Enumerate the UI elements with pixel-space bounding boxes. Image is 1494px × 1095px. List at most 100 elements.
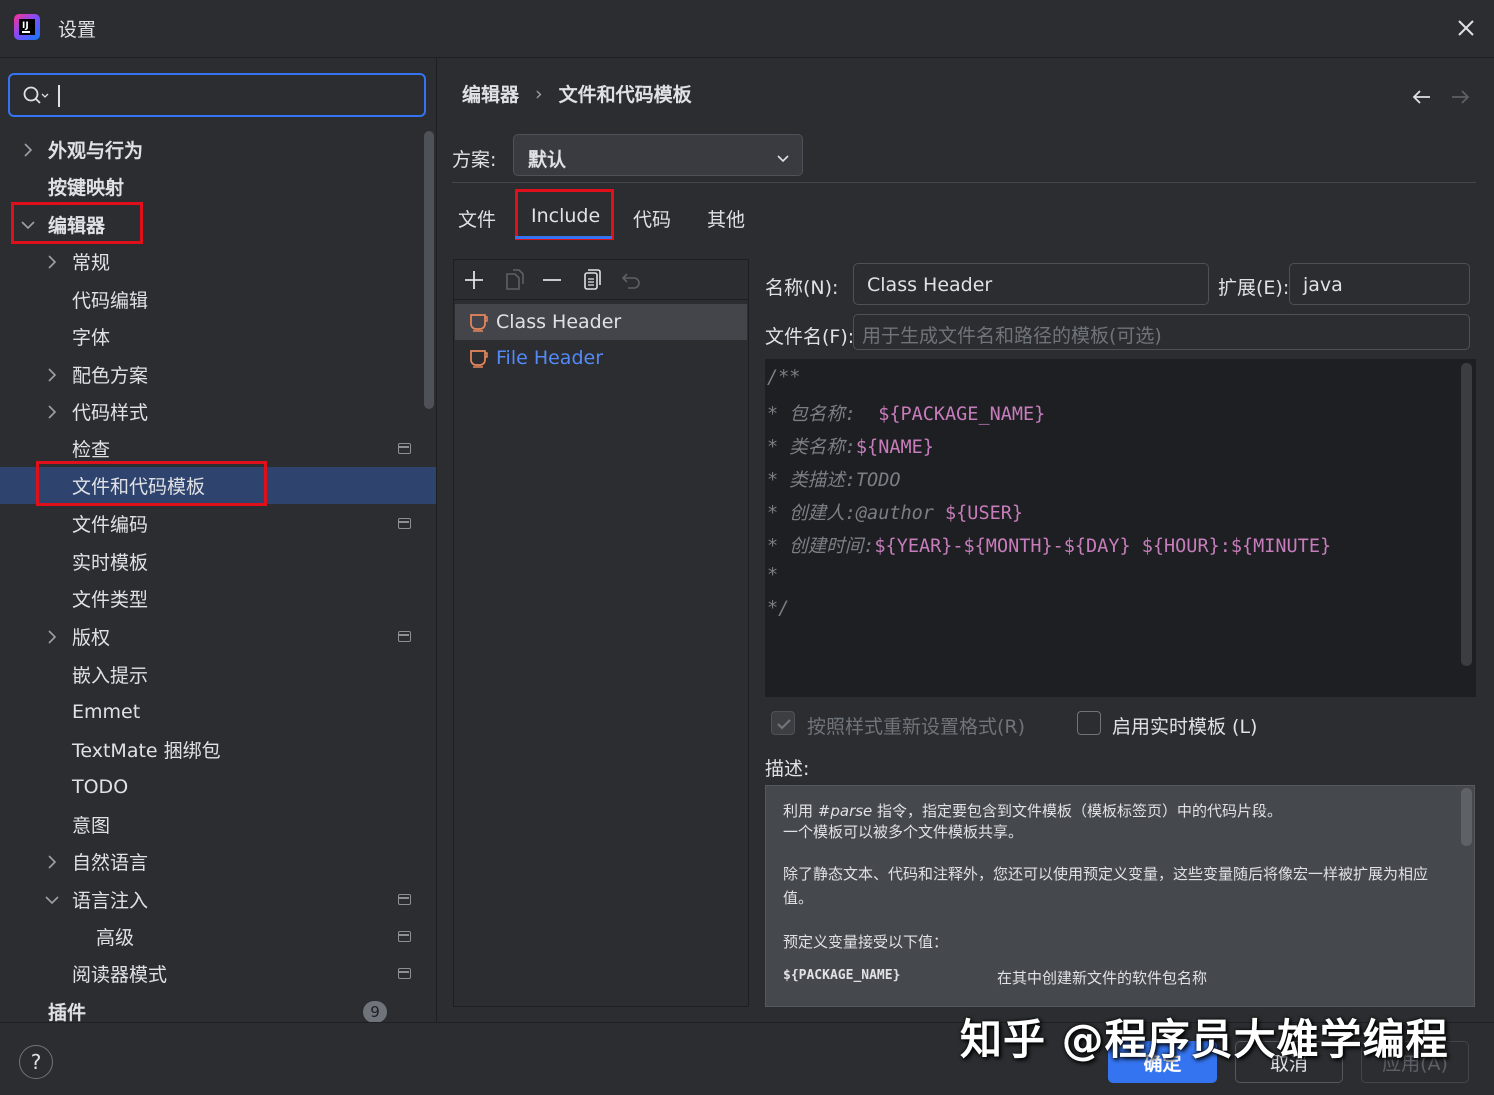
template-code-editor[interactable]: /** * 包名称: ${PACKAGE_NAME} * 类名称:${NAME}…: [765, 359, 1476, 697]
code-comment-text: 包名称:: [789, 404, 879, 425]
chevron-right-icon[interactable]: [45, 629, 59, 644]
template-item-file-header[interactable]: File Header: [455, 340, 747, 376]
tab-other[interactable]: 其他: [707, 205, 745, 232]
remove-icon[interactable]: [540, 268, 564, 292]
tree-item-label: 语言注入: [72, 890, 149, 912]
scheme-dropdown[interactable]: 默认: [513, 134, 803, 176]
tree-item-language-injections[interactable]: 语言注入: [0, 881, 436, 918]
tree-item-live-templates[interactable]: 实时模板: [0, 543, 436, 580]
code-comment-star: *: [767, 503, 790, 524]
tab-files[interactable]: 文件: [458, 205, 496, 232]
tree-item-textmate[interactable]: TextMate 捆绑包: [0, 731, 436, 768]
chevron-right-icon[interactable]: [45, 367, 59, 382]
chevron-right-icon[interactable]: [21, 142, 35, 157]
tree-item-general[interactable]: 常规: [0, 243, 436, 280]
chevron-right-icon[interactable]: [45, 254, 59, 269]
tree-item-appearance[interactable]: 外观与行为: [0, 131, 436, 168]
add-child-icon[interactable]: [502, 268, 526, 292]
template-list-toolbar: [454, 260, 748, 300]
live-template-label: 启用实时模板 (L): [1112, 716, 1258, 738]
tree-item-label: Emmet: [72, 700, 141, 723]
chevron-right-icon[interactable]: [45, 404, 59, 419]
java-template-icon: [469, 348, 489, 373]
scheme-value: 默认: [528, 149, 567, 171]
tree-item-label: 文件类型: [72, 589, 149, 611]
reformat-checkbox[interactable]: [771, 711, 795, 735]
tree-item-advanced[interactable]: 高级: [0, 918, 436, 955]
code-variable: ${YEAR}: [874, 536, 953, 557]
template-item-class-header[interactable]: Class Header: [455, 304, 747, 340]
code-line: * 包名称: ${PACKAGE_NAME}: [767, 400, 1045, 426]
tree-item-file-types[interactable]: 文件类型: [0, 580, 436, 617]
close-icon[interactable]: [1448, 10, 1484, 46]
watermark: 知乎 @程序员大雄学编程: [960, 1015, 1449, 1064]
project-settings-icon: [398, 968, 411, 979]
description-line: 值。: [783, 889, 814, 907]
project-settings-icon: [398, 518, 411, 529]
tree-item-font[interactable]: 字体: [0, 318, 436, 355]
name-input[interactable]: Class Header: [853, 263, 1209, 305]
breadcrumb-parent[interactable]: 编辑器: [462, 80, 519, 107]
tab-include[interactable]: Include: [531, 205, 600, 227]
tree-item-color-scheme[interactable]: 配色方案: [0, 356, 436, 393]
code-variable: ${NAME}: [855, 437, 934, 458]
tree-item-reader-mode[interactable]: 阅读器模式: [0, 955, 436, 992]
copy-icon[interactable]: [579, 268, 603, 292]
live-template-checkbox[interactable]: [1077, 711, 1101, 735]
tree-item-label: TextMate 捆绑包: [72, 740, 221, 762]
code-line: *: [767, 565, 779, 586]
template-item-label: File Header: [496, 347, 604, 369]
tree-item-code-style[interactable]: 代码样式: [0, 393, 436, 430]
add-icon[interactable]: [462, 268, 486, 292]
project-settings-icon: [398, 931, 411, 942]
tree-item-label: 自然语言: [72, 852, 149, 874]
tree-item-label: 配色方案: [72, 365, 149, 387]
tree-item-intentions[interactable]: 意图: [0, 806, 436, 843]
code-line: * 创建时间:${YEAR}-${MONTH}-${DAY} ${HOUR}:$…: [767, 532, 1331, 558]
project-settings-icon: [398, 894, 411, 905]
code-variable: ${MINUTE}: [1230, 536, 1332, 557]
code-line: * 创建人:@author ${USER}: [767, 499, 1023, 525]
project-settings-icon: [398, 443, 411, 454]
scheme-label: 方案:: [452, 149, 497, 171]
tab-code[interactable]: 代码: [633, 205, 671, 232]
description-panel: 利用 #parse 指令，指定要包含到文件模板（模板标签页）中的代码片段。 一个…: [765, 785, 1475, 1007]
chevron-down-icon[interactable]: [45, 893, 59, 907]
tree-item-keymap[interactable]: 按键映射: [0, 168, 436, 205]
tree-item-natural-languages[interactable]: 自然语言: [0, 843, 436, 880]
code-comment-star: *: [767, 404, 790, 425]
java-template-icon: [469, 312, 489, 337]
settings-search-input[interactable]: [8, 73, 426, 117]
check-icon: [777, 719, 791, 730]
tree-item-todo[interactable]: TODO: [0, 768, 436, 805]
extension-input[interactable]: java: [1289, 263, 1470, 305]
back-arrow-icon[interactable]: [1408, 84, 1436, 110]
tree-item-copyright[interactable]: 版权: [0, 618, 436, 655]
code-editor-scrollbar[interactable]: [1461, 363, 1472, 666]
help-button[interactable]: ?: [19, 1045, 53, 1079]
description-scrollbar[interactable]: [1461, 788, 1472, 846]
reset-icon[interactable]: [618, 268, 642, 292]
divider: [452, 182, 1476, 183]
code-variable: ${DAY}: [1063, 536, 1131, 557]
tree-item-inlay-hints[interactable]: 嵌入提示: [0, 656, 436, 693]
chevron-right-icon[interactable]: [45, 854, 59, 869]
code-line: * 类名称:${NAME}: [767, 433, 934, 459]
project-settings-icon: [398, 631, 411, 642]
tree-item-label: 检查: [72, 439, 111, 461]
description-line: 利用 #parse 指令，指定要包含到文件模板（模板标签页）中的代码片段。: [783, 800, 1282, 822]
code-variable: ${USER}: [945, 503, 1023, 524]
tree-item-code-editing[interactable]: 代码编辑: [0, 281, 436, 318]
description-directive: #parse: [817, 802, 873, 820]
window-title: 设置: [58, 19, 97, 41]
tree-item-label: 高级: [96, 927, 135, 949]
description-line: 一个模板可以被多个文件模板共享。: [783, 823, 1024, 841]
code-line: /**: [767, 367, 801, 388]
tree-item-emmet[interactable]: Emmet: [0, 693, 436, 730]
title-bar: IJ 设置: [0, 0, 1494, 58]
extension-label: 扩展(E):: [1218, 277, 1290, 299]
tree-item-file-encodings[interactable]: 文件编码: [0, 505, 436, 542]
filename-input[interactable]: 用于生成文件名和路径的模板(可选): [853, 314, 1470, 350]
forward-arrow-icon[interactable]: [1448, 84, 1476, 110]
